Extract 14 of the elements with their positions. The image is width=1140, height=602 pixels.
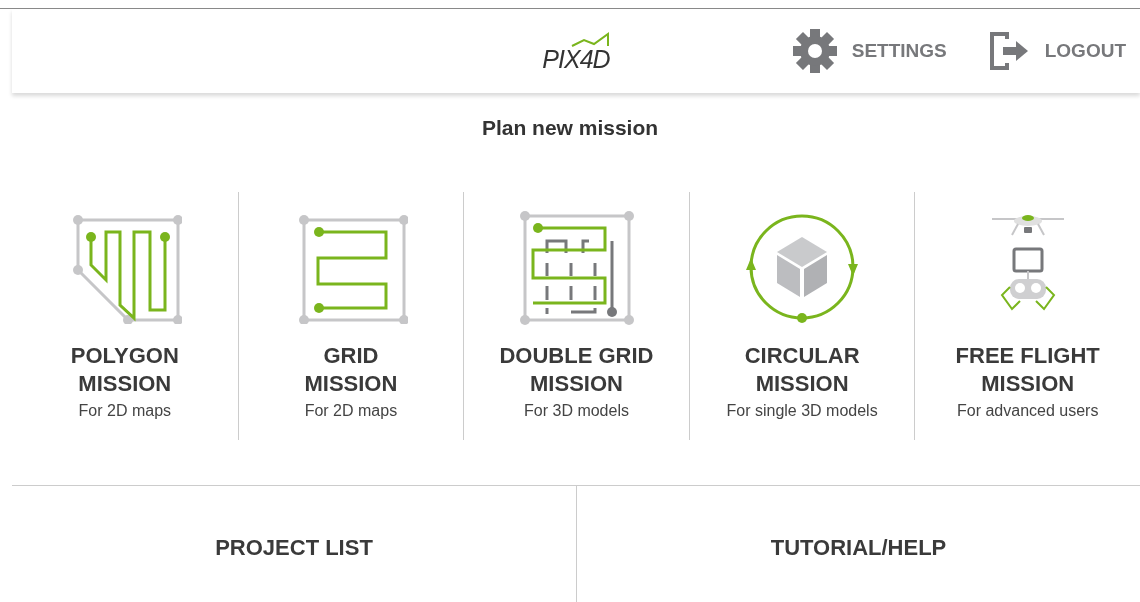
page-title: Plan new mission bbox=[480, 115, 660, 141]
menu-button[interactable]: PROJECT LIST bbox=[12, 486, 576, 602]
settings-icon bbox=[791, 28, 838, 74]
settings-button[interactable]: SETTINGS bbox=[791, 28, 947, 74]
mountain-logo-icon bbox=[569, 32, 610, 48]
logout-button[interactable]: LOGOUT bbox=[988, 28, 1126, 74]
mission-option[interactable]: POLYGON MISSION For 2D maps bbox=[12, 192, 238, 440]
mission-option[interactable]: DOUBLE GRID MISSION For 3D models bbox=[463, 192, 689, 440]
menu-button[interactable]: TUTORIAL/HELP bbox=[576, 486, 1140, 602]
double-grid-path-icon bbox=[517, 208, 636, 326]
mission-option[interactable]: GRID MISSION For 2D maps bbox=[237, 192, 464, 440]
mission-option[interactable]: FREE FLIGHT MISSION For advanced users bbox=[914, 192, 1140, 440]
mission-option[interactable]: CIRCULAR MISSION For single 3D models bbox=[688, 192, 915, 440]
logo-text: PIX4D bbox=[542, 48, 610, 70]
